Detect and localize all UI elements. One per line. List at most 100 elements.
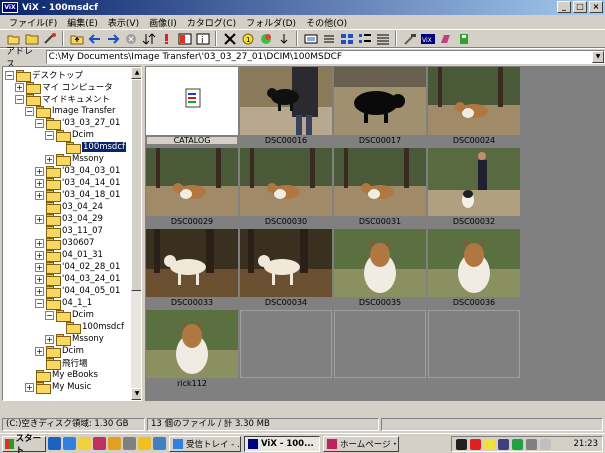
tree-item[interactable]: + マイ コンピュータ — [15, 81, 113, 94]
edit-icon[interactable] — [438, 31, 453, 46]
thumbnail-image[interactable] — [334, 67, 426, 135]
monitor-icon[interactable] — [153, 437, 166, 450]
thumbnail-image[interactable] — [428, 67, 520, 135]
tree-item[interactable]: − '03_03_27_01 — [35, 117, 120, 130]
address-input[interactable]: C:\My Documents\Image Transfer\'03_03_27… — [45, 49, 605, 64]
app-icon[interactable] — [123, 437, 136, 450]
menu-view[interactable]: 表示(V) — [103, 16, 144, 29]
expand-icon[interactable]: + — [35, 346, 44, 356]
expand-icon[interactable]: + — [45, 334, 54, 344]
thumbnail-item[interactable]: DSC00032 — [428, 148, 520, 229]
tree-item[interactable]: − Dcim — [45, 129, 94, 142]
task-homepage[interactable]: ホームページ・... — [323, 435, 399, 452]
folder-up-icon[interactable] — [69, 31, 84, 46]
menu-catalog[interactable]: カタログ(C) — [182, 16, 241, 29]
thumbnail-item[interactable]: CATALOG — [146, 67, 238, 148]
collapse-icon[interactable]: − — [35, 298, 44, 308]
thumbnail-item[interactable]: DSC00024 — [428, 67, 520, 148]
media-icon[interactable] — [93, 437, 106, 450]
menu-folder[interactable]: フォルダ(D) — [241, 16, 301, 29]
tree-item[interactable]: + Mssony — [45, 153, 104, 166]
thumbnail-item[interactable]: DSC00034 — [240, 229, 332, 310]
scroll-thumb[interactable] — [131, 79, 141, 291]
tree-item[interactable]: + '03_04_14_01 — [35, 177, 120, 190]
vix-app-icon[interactable]: ViX — [2, 2, 18, 13]
speaker-icon[interactable] — [540, 438, 551, 450]
tree-item[interactable]: − マイドキュメント — [15, 93, 110, 106]
maximize-button[interactable]: □ — [573, 1, 587, 13]
title-bar[interactable]: ViX ViX - 100msdcf _ □ × — [0, 0, 605, 15]
collapse-icon[interactable]: − — [15, 94, 24, 104]
thumbnail-item[interactable]: DSC00036 — [428, 229, 520, 310]
sort-icon[interactable] — [141, 31, 156, 46]
back-icon[interactable] — [87, 31, 102, 46]
tree-item[interactable]: − Dcim — [45, 309, 94, 322]
tree-item[interactable]: + Dcim — [35, 345, 84, 358]
tree-item[interactable]: + '04_04_05_01 — [35, 285, 120, 298]
tree-item[interactable]: − 04_1_1 — [35, 297, 92, 310]
vix-icon[interactable]: ViX — [420, 31, 435, 46]
expand-icon[interactable]: + — [35, 262, 44, 272]
tree-item[interactable]: 飛行場 — [35, 357, 88, 370]
save-icon[interactable] — [456, 31, 471, 46]
tree-item[interactable]: + '03_04_03_01 — [35, 165, 120, 178]
thumbnail-image[interactable] — [240, 148, 332, 216]
large-icons-icon[interactable] — [339, 31, 354, 46]
tree-item[interactable]: + My Music — [25, 381, 91, 394]
tree-item[interactable]: + '04_02_28_01 — [35, 261, 120, 274]
small-icons-icon[interactable] — [357, 31, 372, 46]
thumbnail-item[interactable]: DSC00016 — [240, 67, 332, 148]
paint-icon[interactable] — [108, 437, 121, 450]
scroll-down-button[interactable]: ▼ — [131, 388, 141, 400]
task-vix[interactable]: ViX - 100... — [244, 435, 320, 452]
menu-file[interactable]: ファイル(F) — [4, 16, 62, 29]
alert-icon[interactable] — [159, 31, 174, 46]
expand-icon[interactable]: + — [35, 178, 44, 188]
thumbnail-image[interactable] — [334, 148, 426, 216]
expand-icon[interactable]: + — [25, 382, 34, 392]
scroll-up-button[interactable]: ▲ — [131, 67, 141, 79]
address-dropdown-button[interactable]: ▼ — [592, 50, 604, 63]
thumbnail-item[interactable]: DSC00029 — [146, 148, 238, 229]
folder-icon[interactable] — [78, 437, 91, 450]
tree-item[interactable]: My eBooks — [25, 369, 98, 382]
player-icon[interactable] — [138, 437, 151, 450]
thumbnail-item[interactable]: DSC00033 — [146, 229, 238, 310]
info-icon[interactable]: i — [195, 31, 210, 46]
tree-scrollbar[interactable]: ▲ ▼ — [131, 67, 141, 400]
menu-other[interactable]: その他(O) — [301, 16, 352, 29]
thumbnail-image[interactable] — [240, 229, 332, 297]
collapse-icon[interactable]: − — [5, 70, 14, 80]
thumbnail-image[interactable] — [428, 148, 520, 216]
tray-icon[interactable] — [498, 438, 509, 450]
expand-icon[interactable]: + — [35, 166, 44, 176]
task-inbox[interactable]: 受信トレイ - ... — [169, 435, 241, 452]
start-button[interactable]: スタート — [2, 434, 46, 453]
delete-icon[interactable] — [222, 31, 237, 46]
expand-icon[interactable]: + — [35, 250, 44, 260]
expand-icon[interactable]: + — [45, 154, 54, 164]
thumbnail-item[interactable]: DSC00030 — [240, 148, 332, 229]
tray-icon[interactable] — [470, 438, 481, 450]
tray-icon[interactable] — [512, 438, 523, 450]
tree-item[interactable]: − Image Transfer — [25, 105, 116, 118]
details-icon[interactable] — [375, 31, 390, 46]
tree-item[interactable]: 03_04_24 — [35, 201, 103, 214]
forward-icon[interactable] — [105, 31, 120, 46]
view-icon[interactable] — [303, 31, 318, 46]
tray-icon[interactable] — [484, 438, 495, 450]
catalog-icon[interactable] — [146, 67, 238, 135]
help-icon[interactable]: 1 — [240, 31, 255, 46]
expand-icon[interactable]: + — [35, 214, 44, 224]
thumbnail-image[interactable] — [334, 229, 426, 297]
color-icon[interactable] — [258, 31, 273, 46]
tools-icon[interactable] — [402, 31, 417, 46]
collapse-icon[interactable]: − — [25, 106, 34, 116]
expand-icon[interactable]: + — [35, 286, 44, 296]
outlook-icon[interactable] — [63, 437, 76, 450]
expand-icon[interactable]: + — [35, 190, 44, 200]
thumbnail-image[interactable] — [146, 229, 238, 297]
tree-item[interactable]: +030607 — [35, 237, 94, 250]
tray-icon[interactable] — [526, 438, 537, 450]
collapse-icon[interactable]: − — [35, 118, 44, 128]
